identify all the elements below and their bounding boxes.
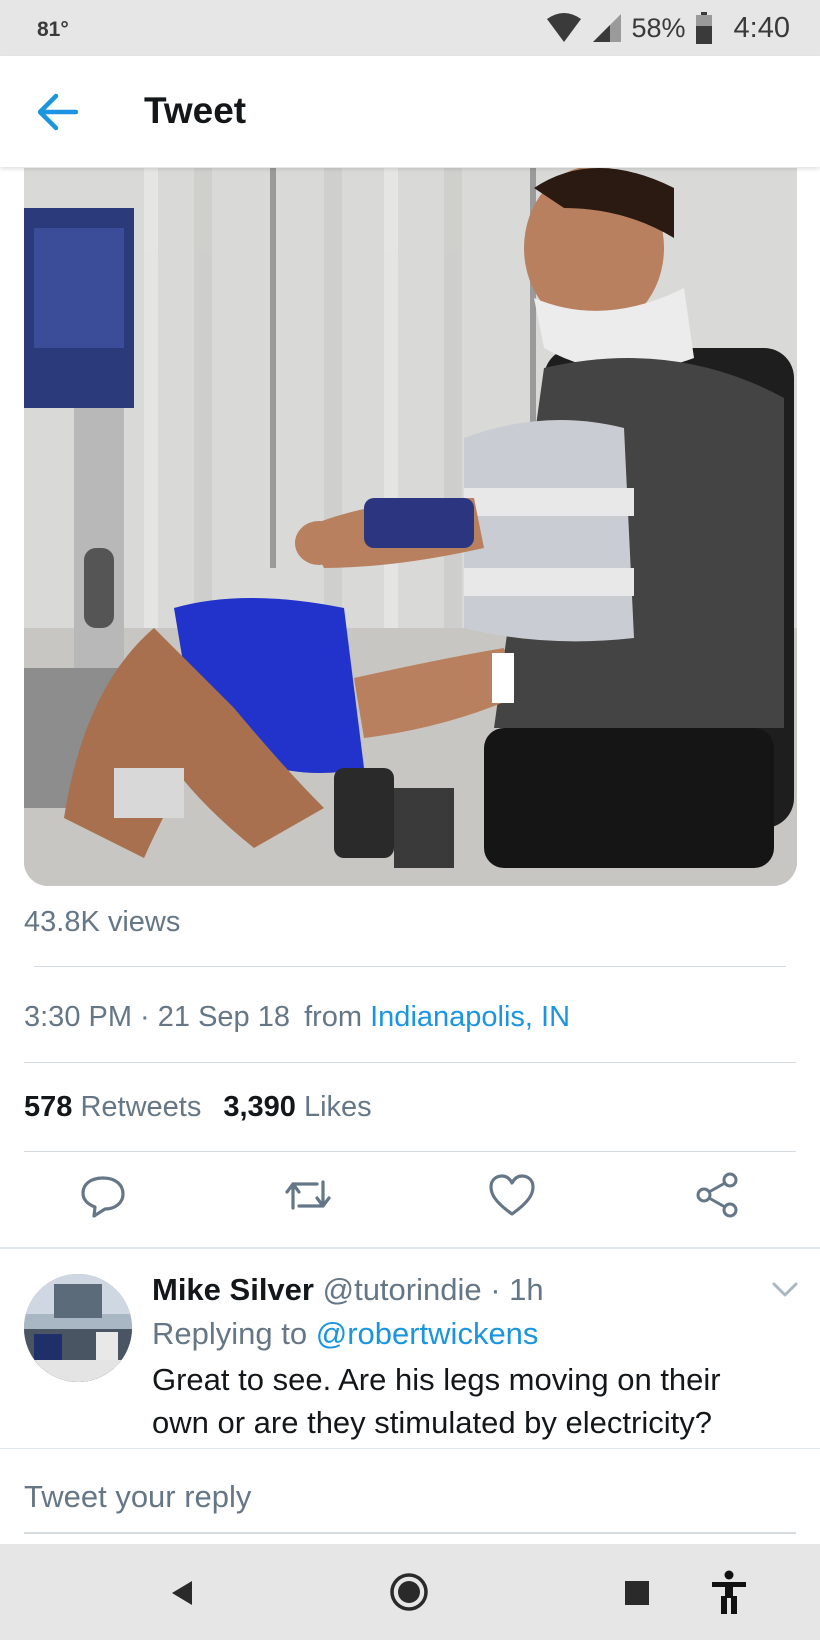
likes-stat[interactable]: 3,390 Likes xyxy=(223,1091,371,1123)
tweet-actions xyxy=(0,1170,820,1230)
replying-to-handle[interactable]: @robertwickens xyxy=(316,1316,539,1351)
likes-label: Likes xyxy=(303,1091,372,1123)
tweet-location[interactable]: Indianapolis, IN xyxy=(370,1001,570,1033)
retweets-stat[interactable]: 578 Retweets xyxy=(24,1091,201,1123)
reply-name[interactable]: Mike Silver xyxy=(152,1272,314,1307)
reply-tweet[interactable]: Mike Silver @tutorindie · 1h Replying to… xyxy=(0,1250,820,1447)
video-thumbnail xyxy=(24,168,797,886)
back-triangle-icon[interactable] xyxy=(170,1579,194,1607)
from-label: from xyxy=(304,1001,363,1033)
status-right: 58% 4:40 xyxy=(546,10,790,46)
input-underline xyxy=(24,1532,796,1534)
retweets-count: 578 xyxy=(24,1091,73,1123)
system-nav-bar xyxy=(0,1544,820,1640)
retweet-icon[interactable] xyxy=(283,1170,333,1220)
reply-text: Great to see. Are his legs moving on the… xyxy=(152,1362,721,1440)
avatar[interactable] xyxy=(24,1274,132,1382)
reply-icon[interactable] xyxy=(78,1170,128,1220)
likes-count: 3,390 xyxy=(223,1091,296,1123)
page-title: Tweet xyxy=(144,90,247,131)
view-count: 43.8K views xyxy=(24,906,181,938)
divider xyxy=(24,1062,796,1063)
home-circle-icon[interactable] xyxy=(389,1572,429,1612)
tweet-meta: 3:30 PM · 21 Sep 18 from Indianapolis, I… xyxy=(24,1001,570,1034)
section-divider xyxy=(0,1247,820,1249)
reply-composer: Tweet your reply xyxy=(0,1448,820,1544)
battery-icon xyxy=(695,12,712,44)
signal-icon xyxy=(592,14,621,42)
reply-handle-time: @tutorindie · 1h xyxy=(322,1272,544,1307)
divider xyxy=(24,1151,796,1152)
tweet-stats: 578 Retweets 3,390 Likes xyxy=(24,1091,372,1124)
reply-input[interactable]: Tweet your reply xyxy=(24,1479,251,1515)
retweets-label: Retweets xyxy=(80,1091,202,1123)
status-bar: 81° 58% 4:40 xyxy=(0,0,820,56)
tweet-time: 3:30 PM · 21 Sep 18 xyxy=(24,1001,290,1033)
chevron-down-icon[interactable] xyxy=(770,1278,800,1302)
divider xyxy=(34,966,786,967)
temperature: 81° xyxy=(37,18,69,41)
battery-percent: 58% xyxy=(631,12,686,43)
recents-square-icon[interactable] xyxy=(624,1580,650,1606)
like-icon[interactable] xyxy=(487,1170,537,1220)
wifi-icon xyxy=(546,13,581,42)
arrow-left-icon[interactable] xyxy=(36,92,80,132)
share-icon[interactable] xyxy=(692,1170,742,1220)
accessibility-icon[interactable] xyxy=(710,1570,748,1614)
app-header: Tweet xyxy=(0,56,820,167)
replying-to: Replying to @robertwickens xyxy=(152,1316,538,1352)
replying-prefix: Replying to xyxy=(152,1316,308,1351)
tweet-video[interactable] xyxy=(24,168,797,886)
reply-author: Mike Silver @tutorindie · 1h xyxy=(152,1272,544,1308)
clock: 4:40 xyxy=(733,11,790,44)
